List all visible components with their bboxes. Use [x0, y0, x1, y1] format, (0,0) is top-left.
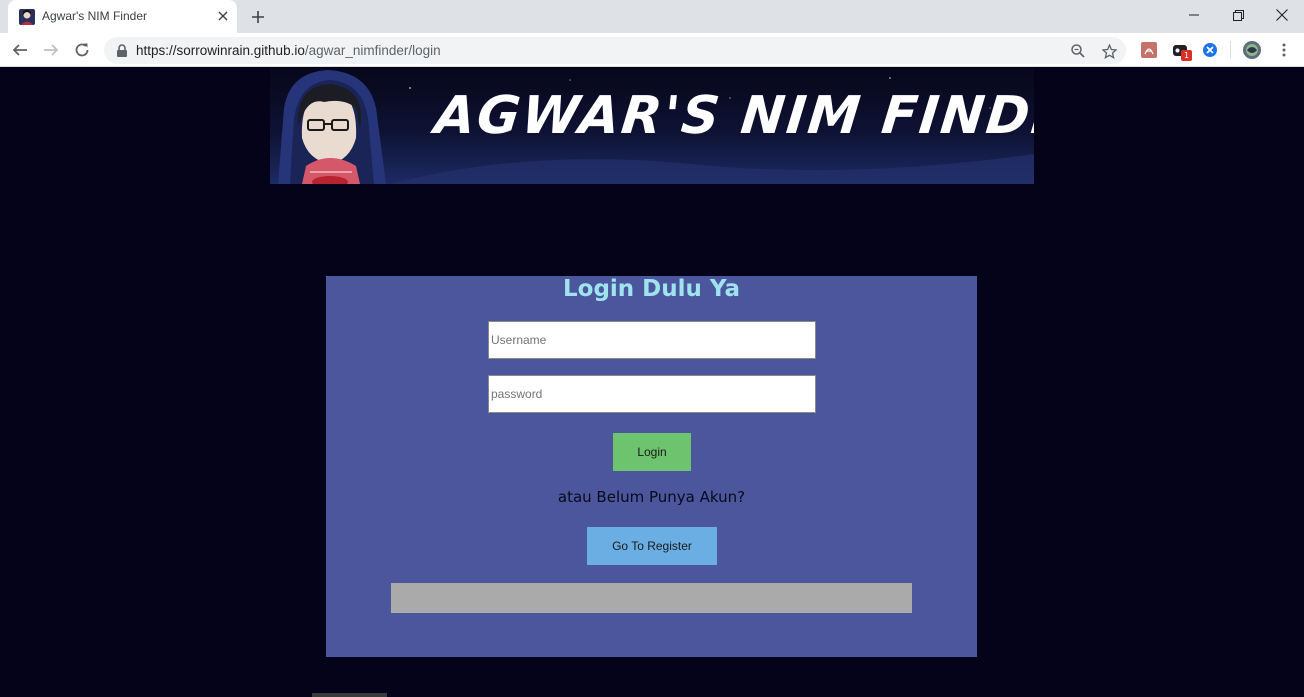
forward-arrow-icon[interactable]	[41, 40, 61, 60]
url-host: https://sorrowinrain.github.io	[136, 43, 305, 58]
go-to-register-button[interactable]: Go To Register	[587, 527, 717, 565]
favicon-icon	[19, 9, 35, 25]
header-banner: AGWAR'S NIM FINDER	[270, 68, 1034, 184]
url-text: https://sorrowinrain.github.io/agwar_nim…	[136, 43, 441, 58]
browser-toolbar: https://sorrowinrain.github.io/agwar_nim…	[0, 33, 1304, 67]
url-path: /agwar_nimfinder/login	[304, 43, 441, 58]
window-close-icon[interactable]	[1260, 0, 1304, 30]
extension-icon-blue[interactable]	[1201, 41, 1219, 59]
profile-avatar-icon[interactable]	[1243, 41, 1261, 59]
reload-icon[interactable]	[72, 40, 92, 60]
login-button[interactable]: Login	[613, 433, 691, 471]
browser-tab-strip: Agwar's NIM Finder	[0, 0, 1304, 33]
username-input[interactable]	[488, 321, 816, 359]
password-input[interactable]	[488, 375, 816, 413]
avatar-illustration	[278, 70, 386, 184]
login-title: Login Dulu Ya	[563, 276, 740, 302]
back-arrow-icon[interactable]	[10, 40, 30, 60]
horizontal-scrollbar[interactable]	[312, 693, 387, 697]
browser-tab[interactable]: Agwar's NIM Finder	[8, 0, 237, 33]
login-card: Login Dulu Ya Login atau Belum Punya Aku…	[326, 276, 977, 657]
zoom-icon[interactable]	[1069, 42, 1087, 60]
extension-badge: 1	[1181, 50, 1192, 61]
pdf-extension-icon[interactable]	[1140, 41, 1158, 59]
extension-icon[interactable]: 1	[1171, 41, 1192, 61]
toolbar-separator	[1230, 41, 1231, 58]
page-content: AGWAR'S NIM FINDER Login Dulu Ya Login a…	[0, 68, 1304, 697]
close-icon[interactable]	[215, 8, 231, 24]
tab-title: Agwar's NIM Finder	[42, 9, 147, 23]
banner-title: AGWAR'S NIM FINDER	[431, 86, 1034, 146]
lock-icon	[116, 44, 128, 57]
message-bar	[391, 583, 912, 613]
plus-icon[interactable]	[248, 7, 268, 27]
minimize-icon[interactable]	[1172, 0, 1216, 30]
star-icon[interactable]	[1100, 42, 1118, 60]
restore-icon[interactable]	[1216, 0, 1260, 30]
menu-dots-icon[interactable]	[1275, 41, 1293, 59]
address-bar[interactable]: https://sorrowinrain.github.io/agwar_nim…	[104, 37, 1126, 64]
register-prompt: atau Belum Punya Akun?	[557, 488, 746, 506]
